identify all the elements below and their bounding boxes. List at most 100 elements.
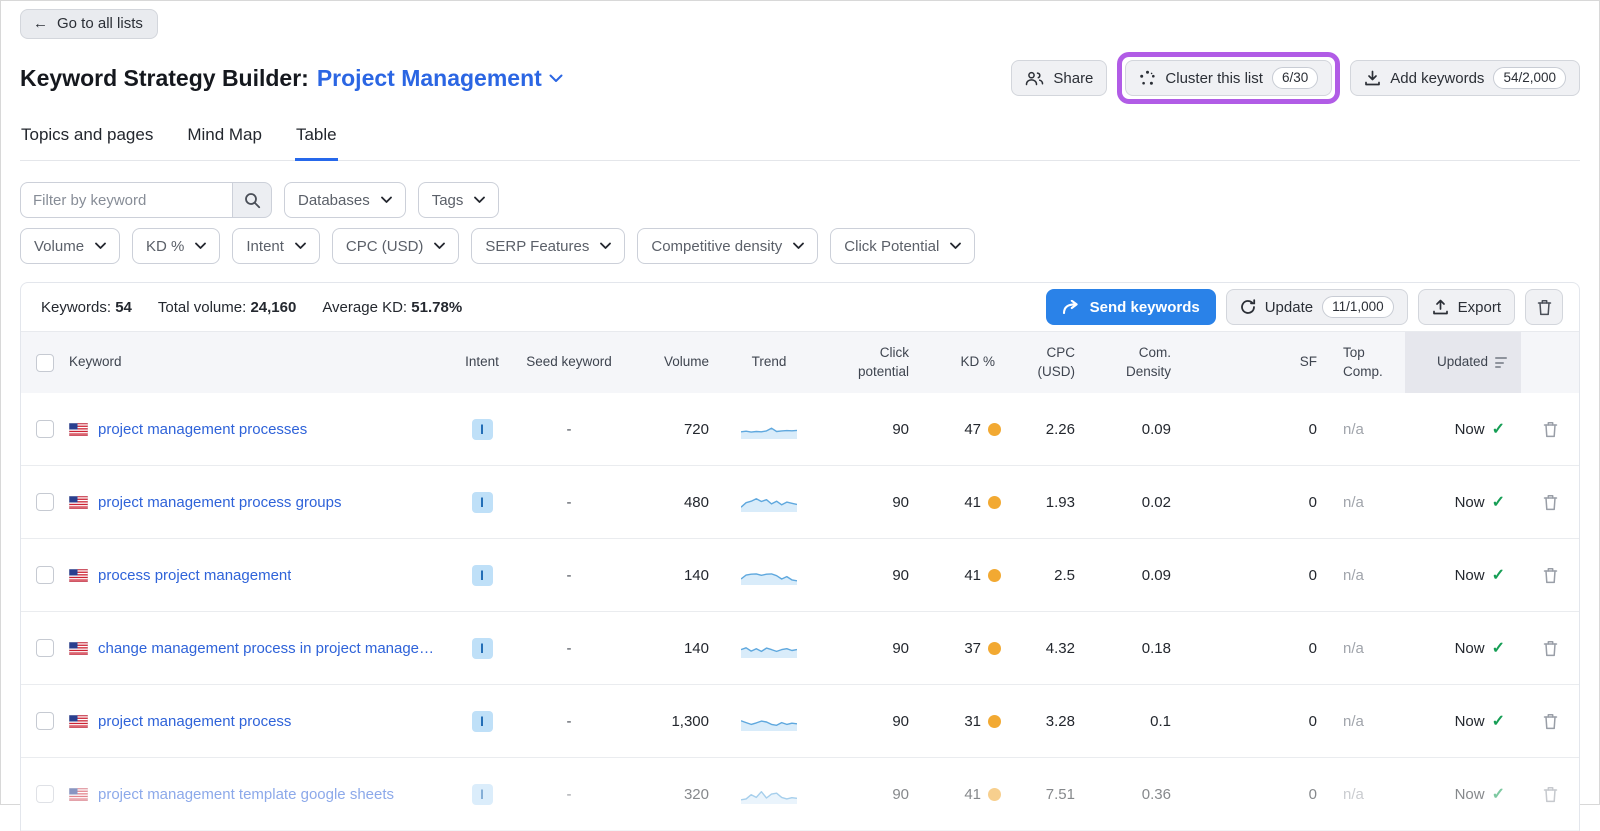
top-comp-value: n/a	[1329, 421, 1405, 438]
intent-badge[interactable]: I	[472, 784, 493, 805]
delete-row-icon[interactable]	[1543, 713, 1558, 730]
intent-badge[interactable]: I	[472, 565, 493, 586]
competitive-density-value: 0.09	[1087, 567, 1183, 584]
column-header-click-potential[interactable]: Click potential	[817, 344, 919, 380]
intent-badge[interactable]: I	[472, 638, 493, 659]
us-flag-icon	[69, 715, 88, 728]
databases-dropdown[interactable]: Databases	[284, 182, 406, 218]
volume-filter-label: Volume	[34, 238, 84, 255]
row-checkbox[interactable]	[36, 420, 54, 438]
delete-row-icon[interactable]	[1543, 494, 1558, 511]
metric-filters-row: Volume KD % Intent CPC (USD) SERP Featur…	[20, 228, 1580, 264]
filter-by-keyword-input[interactable]	[20, 182, 232, 218]
delete-list-button[interactable]	[1525, 289, 1563, 325]
click-potential-value: 90	[817, 421, 919, 438]
column-header-updated[interactable]: Updated	[1405, 332, 1521, 393]
go-to-all-lists-label: Go to all lists	[57, 15, 143, 32]
column-header-top-comp[interactable]: Top Comp.	[1329, 344, 1405, 380]
volume-filter-dropdown[interactable]: Volume	[20, 228, 120, 264]
delete-row-icon[interactable]	[1543, 640, 1558, 657]
column-header-cpc[interactable]: CPC (USD)	[1005, 344, 1087, 380]
competitive-density-value: 0.18	[1087, 640, 1183, 657]
column-header-kd[interactable]: KD %	[919, 353, 1005, 371]
keyword-link[interactable]: project management process	[98, 713, 291, 730]
tab-mind-map[interactable]: Mind Map	[186, 123, 263, 161]
updated-value: Now	[1455, 421, 1485, 438]
kd-filter-dropdown[interactable]: KD %	[132, 228, 220, 264]
seed-keyword-value: -	[513, 786, 625, 803]
delete-row-icon[interactable]	[1543, 567, 1558, 584]
trend-sparkline	[721, 637, 817, 659]
select-all-checkbox[interactable]	[36, 354, 54, 372]
column-header-sf[interactable]: SF	[1183, 353, 1329, 371]
delete-row-icon[interactable]	[1543, 786, 1558, 803]
intent-filter-dropdown[interactable]: Intent	[232, 228, 320, 264]
row-checkbox[interactable]	[36, 712, 54, 730]
volume-value: 480	[625, 494, 721, 511]
cluster-label: Cluster this list	[1165, 70, 1263, 87]
updated-value: Now	[1455, 494, 1485, 511]
column-header-keyword[interactable]: Keyword	[69, 353, 451, 371]
us-flag-icon	[69, 788, 88, 801]
search-icon	[244, 192, 261, 209]
chevron-down-icon	[793, 242, 804, 250]
seed-keyword-value: -	[513, 713, 625, 730]
export-button[interactable]: Export	[1418, 289, 1515, 325]
click-potential-filter-dropdown[interactable]: Click Potential	[830, 228, 975, 264]
column-header-seed-keyword[interactable]: Seed keyword	[513, 353, 625, 371]
keywords-count-stat: Keywords: 54	[41, 299, 132, 316]
serp-features-count: 0	[1183, 567, 1329, 584]
update-button[interactable]: Update 11/1,000	[1226, 289, 1408, 325]
kd-value: 31	[964, 713, 981, 730]
chevron-down-icon	[549, 74, 563, 83]
check-icon: ✓	[1492, 419, 1505, 439]
page-title: Keyword Strategy Builder: Project Manage…	[20, 65, 563, 92]
kd-filter-label: KD %	[146, 238, 184, 255]
keyword-link[interactable]: process project management	[98, 567, 291, 584]
cluster-this-list-button[interactable]: Cluster this list 6/30	[1125, 60, 1332, 96]
updated-cell: Now ✓	[1405, 711, 1521, 731]
go-to-all-lists-button[interactable]: ← Go to all lists	[20, 9, 158, 39]
column-header-volume[interactable]: Volume	[625, 353, 721, 371]
keyword-link[interactable]: change management process in project man…	[98, 640, 439, 657]
tags-dropdown[interactable]: Tags	[418, 182, 500, 218]
intent-filter-label: Intent	[246, 238, 284, 255]
column-header-com-density[interactable]: Com. Density	[1087, 344, 1183, 380]
cpc-value: 7.51	[1005, 786, 1087, 803]
share-button[interactable]: Share	[1011, 60, 1107, 96]
list-name-dropdown[interactable]: Project Management	[317, 65, 563, 92]
keyword-link[interactable]: project management template google sheet…	[98, 786, 394, 803]
click-potential-value: 90	[817, 713, 919, 730]
intent-badge[interactable]: I	[472, 419, 493, 440]
row-checkbox[interactable]	[36, 785, 54, 803]
row-checkbox[interactable]	[36, 566, 54, 584]
seed-keyword-value: -	[513, 640, 625, 657]
column-header-intent[interactable]: Intent	[451, 353, 513, 371]
serp-features-filter-dropdown[interactable]: SERP Features	[471, 228, 625, 264]
competitive-density-filter-dropdown[interactable]: Competitive density	[637, 228, 818, 264]
updated-cell: Now ✓	[1405, 565, 1521, 585]
competitive-density-value: 0.09	[1087, 421, 1183, 438]
cpc-value: 2.26	[1005, 421, 1087, 438]
send-keywords-button[interactable]: Send keywords	[1046, 289, 1216, 325]
add-keywords-label: Add keywords	[1390, 70, 1484, 87]
search-button[interactable]	[232, 182, 272, 218]
table-row: project management process groups I - 48…	[21, 466, 1579, 539]
us-flag-icon	[69, 569, 88, 582]
keyword-link[interactable]: project management process groups	[98, 494, 341, 511]
keyword-link[interactable]: project management processes	[98, 421, 307, 438]
tab-table[interactable]: Table	[295, 123, 338, 161]
intent-badge[interactable]: I	[472, 492, 493, 513]
row-checkbox[interactable]	[36, 639, 54, 657]
tab-topics-and-pages[interactable]: Topics and pages	[20, 123, 154, 161]
check-icon: ✓	[1492, 638, 1505, 658]
cpc-filter-dropdown[interactable]: CPC (USD)	[332, 228, 460, 264]
delete-row-icon[interactable]	[1543, 421, 1558, 438]
column-header-trend[interactable]: Trend	[721, 353, 817, 371]
row-checkbox[interactable]	[36, 493, 54, 511]
seed-keyword-value: -	[513, 494, 625, 511]
add-keywords-button[interactable]: Add keywords 54/2,000	[1350, 60, 1580, 96]
intent-badge[interactable]: I	[472, 711, 493, 732]
add-keywords-count-badge: 54/2,000	[1493, 67, 1566, 89]
competitive-density-value: 0.36	[1087, 786, 1183, 803]
